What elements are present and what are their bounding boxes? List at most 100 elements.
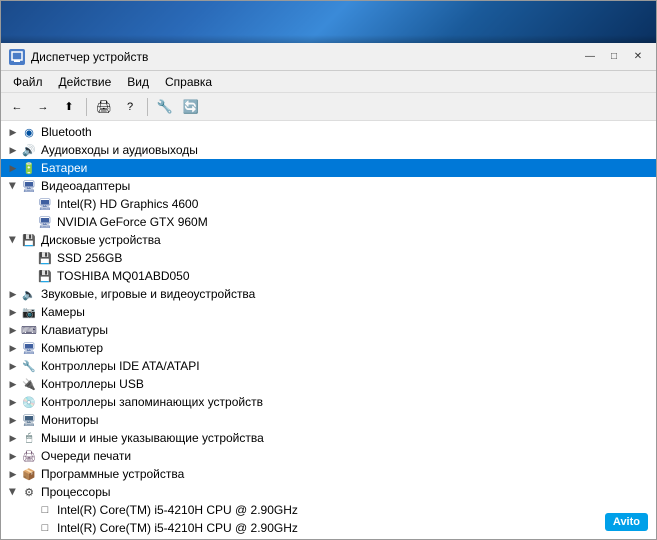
monitors-label: Мониторы	[41, 413, 98, 427]
print-button[interactable]: 🖨	[92, 96, 116, 118]
tree-item-keyboards[interactable]: ▶ ⌨ Клавиатуры	[1, 321, 656, 339]
toolbar: ← → ⬆ 🖨 ? 🔧 🔄	[1, 93, 656, 121]
forward-button[interactable]: →	[31, 96, 55, 118]
minimize-button[interactable]: —	[580, 49, 600, 65]
cpu1-label: Intel(R) Core(TM) i5-4210H CPU @ 2.90GHz	[57, 503, 298, 517]
expand-cpu1: ▶	[21, 502, 37, 518]
tree-item-disks[interactable]: ▶ 💾 Дисковые устройства	[1, 231, 656, 249]
expand-ssd: ▶	[21, 250, 37, 266]
tree-item-sound[interactable]: ▶ 🔈 Звуковые, игровые и видеоустройства	[1, 285, 656, 303]
batteries-label: Батареи	[41, 161, 87, 175]
expand-cpu3: ▶	[21, 538, 37, 539]
expand-ide[interactable]: ▶	[5, 358, 21, 374]
monitors-icon: 🖥	[21, 412, 37, 428]
tree-item-bluetooth[interactable]: ▶ ◉ Bluetooth	[1, 123, 656, 141]
mice-label: Мыши и иные указывающие устройства	[41, 431, 264, 445]
expand-sound[interactable]: ▶	[5, 286, 21, 302]
expand-keyboards[interactable]: ▶	[5, 322, 21, 338]
computer-label: Компьютер	[41, 341, 103, 355]
device-tree[interactable]: ▶ ◉ Bluetooth ▶ 🔊 Аудиовходы и аудиовыхо…	[1, 121, 656, 539]
expand-software[interactable]: ▶	[5, 466, 21, 482]
device-manager-window: Диспетчер устройств — □ ✕ Файл Действие …	[0, 0, 657, 540]
tree-item-batteries[interactable]: ▶ 🔋 Батареи	[1, 159, 656, 177]
cpu2-icon: □	[37, 520, 53, 536]
expand-batteries[interactable]: ▶	[5, 160, 21, 176]
keyboards-label: Клавиатуры	[41, 323, 108, 337]
close-button[interactable]: ✕	[628, 49, 648, 65]
cpu2-label: Intel(R) Core(TM) i5-4210H CPU @ 2.90GHz	[57, 521, 298, 535]
expand-disks[interactable]: ▶	[5, 232, 21, 248]
expand-monitors[interactable]: ▶	[5, 412, 21, 428]
photo-strip	[1, 1, 656, 43]
app-icon	[9, 49, 25, 65]
tree-item-processors[interactable]: ▶ ⚙ Процессоры	[1, 483, 656, 501]
avito-badge: Avito	[605, 513, 648, 531]
expand-print-queues[interactable]: ▶	[5, 448, 21, 464]
cpu1-icon: □	[37, 502, 53, 518]
bluetooth-label: Bluetooth	[41, 125, 92, 139]
disks-label: Дисковые устройства	[41, 233, 161, 247]
software-label: Программные устройства	[41, 467, 184, 481]
tree-item-software[interactable]: ▶ 📦 Программные устройства	[1, 465, 656, 483]
usb-label: Контроллеры USB	[41, 377, 144, 391]
tree-item-cpu3[interactable]: ▶ □ Intel(R) Core(TM) i5-4210H CPU @ 2.9…	[1, 537, 656, 539]
storage-icon: 💿	[21, 394, 37, 410]
cameras-icon: 📷	[21, 304, 37, 320]
tree-item-cameras[interactable]: ▶ 📷 Камеры	[1, 303, 656, 321]
tree-item-ssd[interactable]: ▶ 💾 SSD 256GB	[1, 249, 656, 267]
expand-audio[interactable]: ▶	[5, 142, 21, 158]
tree-item-display[interactable]: ▶ 🖥 Видеоадаптеры	[1, 177, 656, 195]
tree-item-nvidia[interactable]: ▶ 🖥 NVIDIA GeForce GTX 960M	[1, 213, 656, 231]
tree-item-print-queues[interactable]: ▶ 🖨 Очереди печати	[1, 447, 656, 465]
expand-bluetooth[interactable]: ▶	[5, 124, 21, 140]
print-queues-label: Очереди печати	[41, 449, 131, 463]
tree-item-toshiba[interactable]: ▶ 💾 TOSHIBA MQ01ABD050	[1, 267, 656, 285]
tree-item-usb[interactable]: ▶ 🔌 Контроллеры USB	[1, 375, 656, 393]
nvidia-label: NVIDIA GeForce GTX 960M	[57, 215, 208, 229]
tree-item-cpu2[interactable]: ▶ □ Intel(R) Core(TM) i5-4210H CPU @ 2.9…	[1, 519, 656, 537]
processors-label: Процессоры	[41, 485, 111, 499]
expand-processors[interactable]: ▶	[5, 484, 21, 500]
computer-icon: 🖥	[21, 340, 37, 356]
cpu3-icon: □	[37, 538, 53, 539]
processors-icon: ⚙	[21, 484, 37, 500]
mice-icon: 🖱	[21, 430, 37, 446]
ide-icon: 🔧	[21, 358, 37, 374]
audio-label: Аудиовходы и аудиовыходы	[41, 143, 198, 157]
menu-view[interactable]: Вид	[119, 73, 157, 91]
expand-display[interactable]: ▶	[5, 178, 21, 194]
tree-item-cpu1[interactable]: ▶ □ Intel(R) Core(TM) i5-4210H CPU @ 2.9…	[1, 501, 656, 519]
tree-item-ide[interactable]: ▶ 🔧 Контроллеры IDE ATA/ATAPI	[1, 357, 656, 375]
tree-item-mice[interactable]: ▶ 🖱 Мыши и иные указывающие устройства	[1, 429, 656, 447]
audio-icon: 🔊	[21, 142, 37, 158]
tree-item-computer[interactable]: ▶ 🖥 Компьютер	[1, 339, 656, 357]
back-button[interactable]: ←	[5, 96, 29, 118]
help-button[interactable]: ?	[118, 96, 142, 118]
tree-item-storage[interactable]: ▶ 💿 Контроллеры запоминающих устройств	[1, 393, 656, 411]
toshiba-icon: 💾	[37, 268, 53, 284]
title-bar: Диспетчер устройств — □ ✕	[1, 43, 656, 71]
expand-computer[interactable]: ▶	[5, 340, 21, 356]
maximize-button[interactable]: □	[604, 49, 624, 65]
menu-action[interactable]: Действие	[51, 73, 120, 91]
tree-item-audio[interactable]: ▶ 🔊 Аудиовходы и аудиовыходы	[1, 141, 656, 159]
expand-storage[interactable]: ▶	[5, 394, 21, 410]
menu-bar: Файл Действие Вид Справка	[1, 71, 656, 93]
expand-usb[interactable]: ▶	[5, 376, 21, 392]
content-area: ▶ ◉ Bluetooth ▶ 🔊 Аудиовходы и аудиовыхо…	[1, 121, 656, 539]
menu-help[interactable]: Справка	[157, 73, 220, 91]
update-button[interactable]: 🔄	[179, 96, 203, 118]
tree-item-intel-hd[interactable]: ▶ 🖥 Intel(R) HD Graphics 4600	[1, 195, 656, 213]
batteries-icon: 🔋	[21, 160, 37, 176]
expand-mice[interactable]: ▶	[5, 430, 21, 446]
bluetooth-icon: ◉	[21, 124, 37, 140]
display-icon: 🖥	[21, 178, 37, 194]
intel-hd-icon: 🖥	[37, 196, 53, 212]
up-button[interactable]: ⬆	[57, 96, 81, 118]
tree-item-monitors[interactable]: ▶ 🖥 Мониторы	[1, 411, 656, 429]
ide-label: Контроллеры IDE ATA/ATAPI	[41, 359, 200, 373]
menu-file[interactable]: Файл	[5, 73, 51, 91]
properties-button[interactable]: 🔧	[153, 96, 177, 118]
expand-cameras[interactable]: ▶	[5, 304, 21, 320]
toolbar-separator-2	[147, 98, 148, 116]
